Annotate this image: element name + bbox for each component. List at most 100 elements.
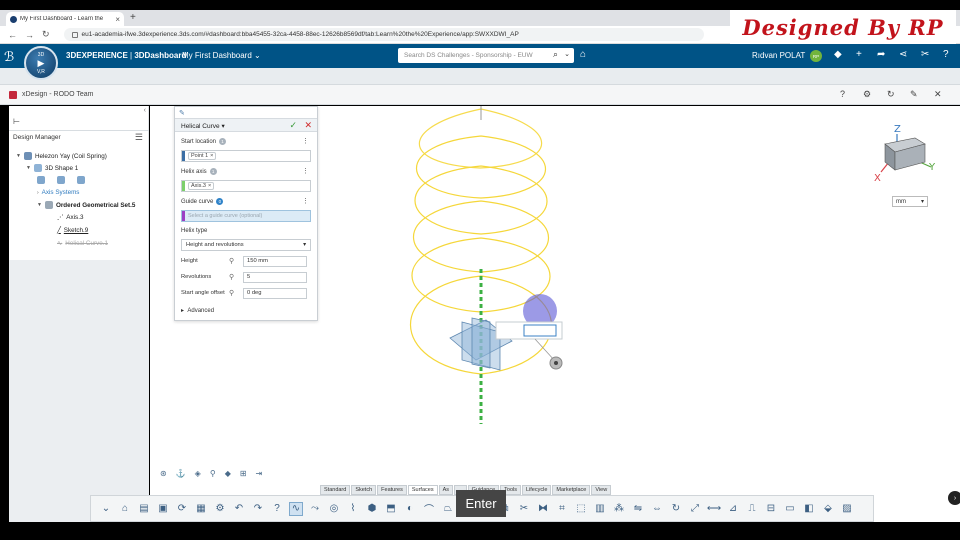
print-icon[interactable]: ▦ [194, 502, 208, 516]
gear-icon[interactable]: ⚙ [863, 89, 871, 100]
tab-standard[interactable]: Standard [320, 485, 351, 495]
selection-chip[interactable]: Axis.3 × [188, 182, 215, 190]
more-icon[interactable]: ⋮ [302, 167, 309, 175]
advanced-toggle[interactable]: ▸ Advanced [181, 307, 214, 314]
help-icon[interactable]: ? [840, 89, 845, 99]
helix-axis-field[interactable]: Axis.3 × [181, 180, 311, 192]
tab-features[interactable]: Features [377, 485, 407, 495]
extrude-icon[interactable]: ⬒ [384, 502, 398, 516]
spline-icon[interactable]: ⤳ [308, 502, 322, 516]
units-select[interactable]: mm ▾ [892, 196, 928, 207]
cancel-icon[interactable]: ✕ [304, 120, 312, 131]
share-icon[interactable]: ⋖ [899, 49, 907, 60]
help-icon[interactable]: ? [270, 502, 284, 516]
mirror-icon[interactable]: ⇋ [631, 502, 645, 516]
tree-node-sketch[interactable]: ╱ Sketch.9 [57, 227, 88, 234]
remove-icon[interactable]: × [208, 183, 211, 189]
curve-icon[interactable]: ⌇ [346, 502, 360, 516]
revolve-icon[interactable]: ◐ [403, 502, 417, 516]
anchor-icon[interactable]: ⚓ [176, 469, 186, 478]
back-icon[interactable]: ← [8, 30, 17, 40]
box-icon[interactable]: ◆ [225, 469, 231, 478]
start-location-field[interactable]: Point 1 × [181, 150, 311, 162]
refresh-icon[interactable]: ↻ [887, 89, 895, 100]
more-tools-icon[interactable]: ▨ [840, 502, 854, 516]
forward-icon[interactable]: → [25, 30, 34, 40]
tree-icon[interactable]: ⊢ [13, 117, 23, 127]
measure-icon[interactable]: ⊿ [726, 502, 740, 516]
panel-title[interactable]: Helical Curve ▾ [181, 122, 225, 130]
help-icon[interactable]: ? [943, 49, 949, 60]
parameter-icon[interactable]: ⚲ [229, 289, 243, 297]
share-arrow-icon[interactable]: ➦ [877, 49, 885, 60]
tree-node-planes[interactable] [37, 176, 85, 184]
tree-node-shape[interactable]: ▼ 3D Shape 1 [26, 164, 78, 172]
collapse-icon[interactable]: ‹ [144, 107, 146, 114]
expand-icon[interactable]: ⌄ [99, 502, 113, 516]
redo-icon[interactable]: ↷ [251, 502, 265, 516]
remove-icon[interactable]: × [210, 153, 213, 159]
ok-icon[interactable]: ✓ [289, 120, 297, 131]
tree-node-axis[interactable]: ⋰ Axis.3 [57, 214, 83, 221]
arrow-icon[interactable]: ⇥ [256, 469, 263, 478]
tab-marketplace[interactable]: Marketplace [552, 485, 591, 495]
tab-sketch[interactable]: Sketch [351, 485, 377, 495]
cube-view-icon[interactable]: ⬙ [821, 502, 835, 516]
gear-icon[interactable]: ⚙ [213, 502, 227, 516]
home-icon[interactable]: ⌂ [118, 502, 132, 516]
cube-icon[interactable]: ◈ [195, 469, 201, 478]
folder-icon[interactable]: ▤ [137, 502, 151, 516]
tree-node-helical-curve[interactable]: ∿ Helical Curve.1 [57, 240, 108, 247]
symmetry-icon[interactable]: ⟷ [707, 502, 721, 516]
sweep-icon[interactable]: ⌒ [422, 502, 436, 516]
url-field[interactable]: eu1-academia-ifwe.3dexperience.3ds.com/#… [63, 28, 704, 41]
selection-chip[interactable]: Point 1 × [188, 152, 217, 160]
loft-icon[interactable]: ⏢ [441, 502, 455, 516]
scroll-right-icon[interactable]: › [948, 491, 960, 505]
tag-icon[interactable]: ⌂ [580, 49, 586, 60]
spiral-icon[interactable]: ◎ [327, 502, 341, 516]
undo-icon[interactable]: ↶ [232, 502, 246, 516]
new-tab-icon[interactable]: + [130, 12, 136, 23]
pin-icon[interactable]: ✎ [179, 109, 185, 117]
view-icon[interactable]: ⊛ [160, 469, 167, 478]
extract-icon[interactable]: ⬚ [574, 502, 588, 516]
close-icon[interactable]: ✕ [934, 89, 942, 100]
parameter-icon[interactable]: ⚲ [229, 257, 243, 265]
more-icon[interactable]: ⋮ [302, 137, 309, 145]
reload-icon[interactable]: ↻ [42, 29, 50, 40]
tree-node-axis-systems[interactable]: › Axis Systems [37, 189, 79, 196]
thicken-icon[interactable]: ▥ [593, 502, 607, 516]
tree-node-geo-set[interactable]: ▼ Ordered Geometrical Set.5 [37, 201, 135, 209]
avatar[interactable]: RP [810, 50, 822, 62]
dashboard-selector[interactable]: My First Dashboard ⌄ [182, 51, 261, 60]
display-icon[interactable]: ▭ [783, 502, 797, 516]
compass-icon[interactable]: 3D ▶ V,R [24, 46, 58, 80]
pattern-icon[interactable]: ⁂ [612, 502, 626, 516]
save-icon[interactable]: ▣ [156, 502, 170, 516]
split-icon[interactable]: ✂ [517, 502, 531, 516]
pin-icon[interactable]: ✎ [910, 89, 918, 100]
helix-type-select[interactable]: Height and revolutions ▾ [181, 239, 311, 251]
translate-icon[interactable]: ⇔ [650, 502, 664, 516]
search-icon[interactable]: ⌕ [553, 49, 558, 60]
browser-tab[interactable]: My First Dashboard - Learn the × [6, 12, 124, 26]
tab-surfaces[interactable]: Surfaces [407, 485, 438, 495]
guide-curve-field[interactable]: Select a guide curve (optional) [181, 210, 311, 222]
render-icon[interactable]: ◧ [802, 502, 816, 516]
height-input[interactable]: 150 mm [243, 255, 307, 267]
helix-tool-icon[interactable]: ∿ [289, 501, 303, 516]
tab-view[interactable]: View [591, 485, 612, 495]
add-icon[interactable]: + [856, 49, 862, 60]
multi-view-icon[interactable]: ⊞ [240, 469, 247, 478]
trim-icon[interactable]: ⌗ [555, 502, 569, 516]
surface-icon[interactable]: ⬢ [365, 502, 379, 516]
ds-logo-icon[interactable]: ℬ [4, 49, 14, 65]
menu-icon[interactable]: ☰ [135, 132, 143, 143]
join-icon[interactable]: ⧓ [536, 502, 550, 516]
start-angle-input[interactable]: 0 deg [243, 287, 307, 299]
section-icon[interactable]: ⊟ [764, 502, 778, 516]
chat-icon[interactable]: ◆ [834, 49, 842, 60]
tab-assembly[interactable]: As [438, 485, 454, 495]
tab-lifecycle[interactable]: Lifecycle [522, 485, 552, 495]
